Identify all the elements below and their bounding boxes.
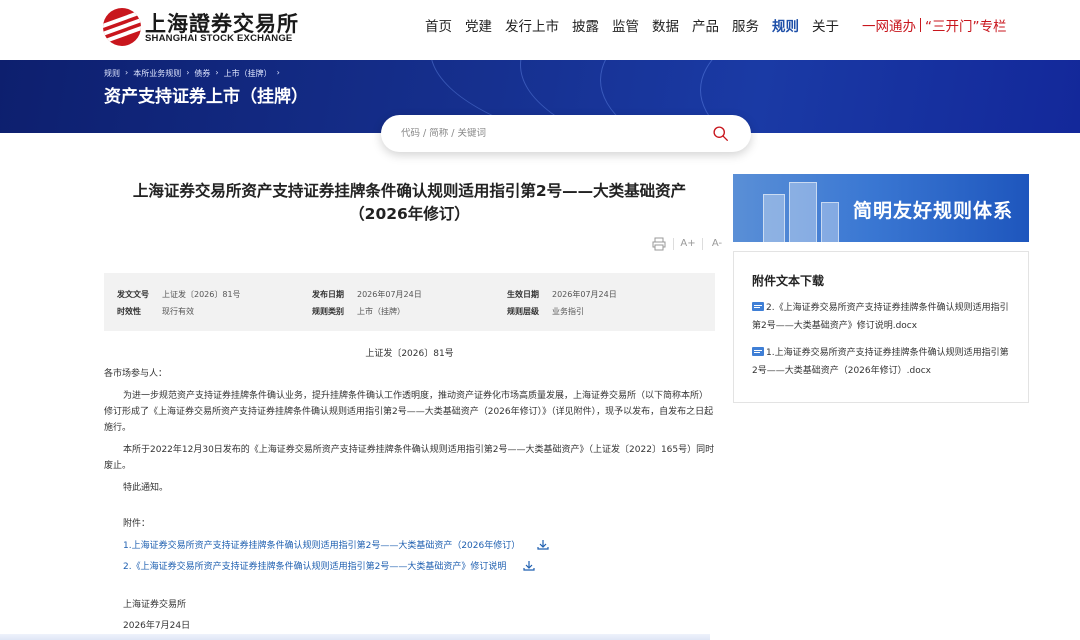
breadcrumb-listing[interactable]: 上市（挂牌） [224, 68, 272, 79]
breadcrumb: 规则 › 本所业务规则 › 债券 › 上市（挂牌） › [104, 68, 280, 79]
greeting: 各市场参与人： [104, 369, 168, 379]
nav-services[interactable]: 服务 [732, 15, 759, 35]
meta-publish-date: 发布日期 2026年07月24日 [312, 290, 422, 299]
promo-text: 简明友好规则体系 [853, 200, 1014, 222]
search-icon[interactable] [712, 125, 729, 142]
download-item-1-label: 1.上海证券交易所资产支持证券挂牌条件确认规则适用指引第2号——大类基础资产（2… [752, 348, 1009, 376]
nav-data[interactable]: 数据 [652, 15, 679, 35]
sign-date: 2026年7月24日 [123, 621, 191, 631]
sse-logo[interactable]: 上海證券交易所 SHANGHAI STOCK EXCHANGE [103, 6, 303, 46]
meta-effective-date: 生效日期 2026年07月24日 [507, 290, 617, 299]
rules-system-promo-banner[interactable]: 简明友好规则体系 [733, 174, 1029, 242]
meta-level: 规则层级 业务指引 [507, 307, 584, 316]
paragraph-2: 本所于2022年12月30日发布的《上海证券交易所资产支持证券挂牌条件确认规则适… [104, 445, 715, 471]
attachment-row-2: 2.《上海证券交易所资产支持证券挂牌条件确认规则适用指引第2号——大类基础资产》… [104, 559, 715, 575]
download-icon[interactable] [537, 539, 549, 550]
article-tools: A+ A- [651, 237, 725, 251]
attachment-row-1: 1.上海证券交易所资产支持证券挂牌条件确认规则适用指引第2号——大类基础资产（2… [104, 538, 715, 554]
attachment-link-2[interactable]: 2.《上海证券交易所资产支持证券挂牌条件确认规则适用指引第2号——大类基础资产》… [123, 562, 506, 572]
nav-rules[interactable]: 规则 [772, 15, 799, 35]
meta-category: 规则类别 上市（挂牌） [312, 307, 405, 316]
tool-divider [702, 238, 703, 250]
paragraph-1: 为进一步规范资产支持证券挂牌条件确认业务，提升挂牌条件确认工作透明度，推动资产证… [104, 391, 714, 433]
word-doc-icon [752, 347, 764, 356]
one-stop-service-link[interactable]: 一网通办 [862, 15, 916, 35]
download-item-2-label: 2.《上海证券交易所资产支持证券挂牌条件确认规则适用指引第2号——大类基础资产》… [752, 303, 1009, 331]
logo-english-name: SHANGHAI STOCK EXCHANGE [145, 33, 293, 44]
main-nav: 首页 党建 发行上市 披露 监管 数据 产品 服务 规则 关于 [425, 15, 852, 35]
page-title: 资产支持证券上市（挂牌） [104, 87, 308, 107]
print-icon[interactable] [651, 237, 667, 251]
download-item-2[interactable]: 2.《上海证券交易所资产支持证券挂牌条件确认规则适用指引第2号——大类基础资产》… [752, 299, 1014, 335]
nav-listing[interactable]: 发行上市 [505, 15, 559, 35]
doc-number-line: 上证发〔2026〕81号 [365, 349, 454, 359]
breadcrumb-rules[interactable]: 规则 [104, 68, 120, 79]
paragraph-3: 特此通知。 [123, 483, 169, 493]
article-title: 上海证券交易所资产支持证券挂牌条件确认规则适用指引第2号——大类基础资产（202… [132, 182, 687, 223]
meta-status: 时效性 现行有效 [117, 307, 194, 316]
download-item-1[interactable]: 1.上海证券交易所资产支持证券挂牌条件确认规则适用指引第2号——大类基础资产（2… [752, 344, 1014, 380]
word-doc-icon [752, 302, 764, 311]
download-panel-title: 附件文本下载 [752, 274, 825, 288]
font-larger-button[interactable]: A+ [680, 237, 696, 251]
nav-disclosure[interactable]: 披露 [572, 15, 599, 35]
nav-party[interactable]: 党建 [465, 15, 492, 35]
rule-metadata-panel: 发文文号 上证发〔2026〕81号 发布日期 2026年07月24日 生效日期 202… [104, 273, 715, 331]
bottom-scroll-edge [0, 634, 710, 640]
search-box [381, 115, 751, 152]
breadcrumb-business-rules[interactable]: 本所业务规则 [133, 68, 181, 79]
nav-home[interactable]: 首页 [425, 15, 452, 35]
top-header: 上海證券交易所 SHANGHAI STOCK EXCHANGE 首页 党建 发行… [0, 0, 1080, 60]
nav-regulation[interactable]: 监管 [612, 15, 639, 35]
meta-doc-no: 发文文号 上证发〔2026〕81号 [117, 290, 241, 299]
download-icon[interactable] [523, 560, 535, 571]
signature: 上海证券交易所 [123, 600, 187, 610]
header-right-links: 一网通办 “三开门”专栏 [862, 15, 1007, 35]
sse-logo-mark-icon [103, 8, 141, 46]
tool-divider [673, 238, 674, 250]
attachment-download-panel: 附件文本下载 2.《上海证券交易所资产支持证券挂牌条件确认规则适用指引第2号——… [733, 251, 1029, 403]
three-open-doors-link[interactable]: “三开门”专栏 [925, 15, 1007, 35]
nav-about[interactable]: 关于 [812, 15, 839, 35]
nav-products[interactable]: 产品 [692, 15, 719, 35]
font-smaller-button[interactable]: A- [709, 237, 725, 251]
attachments-label: 附件： [123, 519, 151, 529]
attachment-link-1[interactable]: 1.上海证券交易所资产支持证券挂牌条件确认规则适用指引第2号——大类基础资产（2… [123, 541, 520, 551]
search-input[interactable] [401, 128, 701, 139]
breadcrumb-bonds[interactable]: 债券 [194, 68, 210, 79]
header-link-divider [920, 18, 921, 32]
